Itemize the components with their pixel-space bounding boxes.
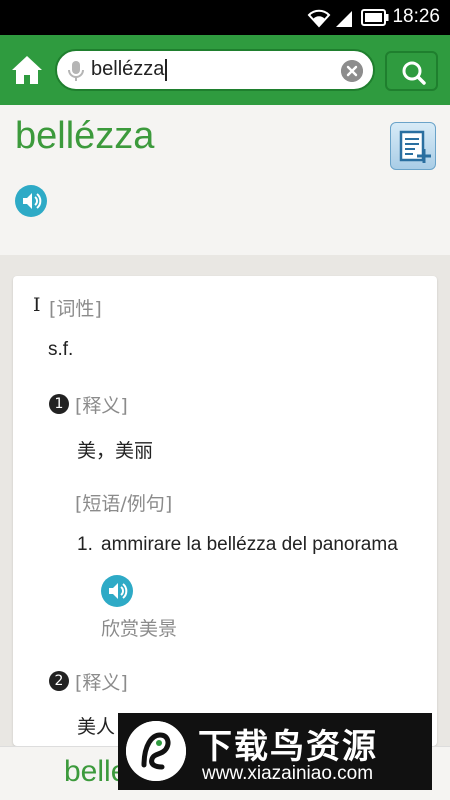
- pos-marker: I: [33, 294, 41, 316]
- headword: bellézza: [15, 115, 155, 157]
- add-to-wordbook-button[interactable]: [390, 122, 436, 170]
- sense-number: 2: [49, 671, 69, 691]
- pronunciation-button[interactable]: [15, 185, 47, 217]
- text-cursor: [165, 58, 168, 81]
- add-note-icon: [399, 130, 431, 163]
- example-translation: 欣赏美景: [101, 618, 178, 640]
- example-pronunciation-button[interactable]: [101, 575, 133, 607]
- search-button[interactable]: [385, 51, 438, 91]
- search-toolbar: bellézza: [0, 35, 450, 105]
- search-icon: [402, 61, 426, 85]
- search-input[interactable]: bellézza: [55, 49, 375, 91]
- speaker-icon: [23, 193, 42, 209]
- sense-definition: 美人: [77, 716, 116, 738]
- signal-icon: [336, 11, 352, 27]
- microphone-icon[interactable]: [67, 60, 85, 82]
- home-icon[interactable]: [10, 53, 44, 87]
- example-index: 1.: [77, 534, 93, 555]
- watermark-title: 下载鸟资源: [198, 727, 378, 767]
- pos-value: s.f.: [48, 339, 74, 360]
- status-time: 18:26: [392, 6, 440, 27]
- watermark-overlay: 下载鸟资源 www.xiazainiao.com: [118, 713, 432, 790]
- definition-card: I [词性] s.f. 1 [释义] 美，美丽 [短语/例句] 1. ammir…: [13, 276, 437, 746]
- example-sentence: ammirare la bellézza del panorama: [101, 534, 398, 555]
- status-bar: 18:26: [0, 0, 450, 35]
- clear-icon[interactable]: [341, 60, 363, 82]
- sense-label: [释义]: [75, 395, 128, 417]
- sense-definition: 美，美丽: [77, 440, 154, 462]
- pos-label: [词性]: [49, 298, 102, 320]
- watermark-url: www.xiazainiao.com: [202, 763, 374, 784]
- wifi-icon: [307, 9, 331, 28]
- battery-icon: [361, 9, 389, 26]
- sense-label: [释义]: [75, 672, 128, 694]
- bird-logo-icon: [126, 721, 186, 781]
- search-query: bellézza: [91, 58, 165, 80]
- sense-number: 1: [49, 394, 69, 414]
- speaker-icon: [109, 583, 128, 599]
- entry-header: bellézza: [0, 105, 450, 255]
- phrases-label: [短语/例句]: [75, 493, 173, 515]
